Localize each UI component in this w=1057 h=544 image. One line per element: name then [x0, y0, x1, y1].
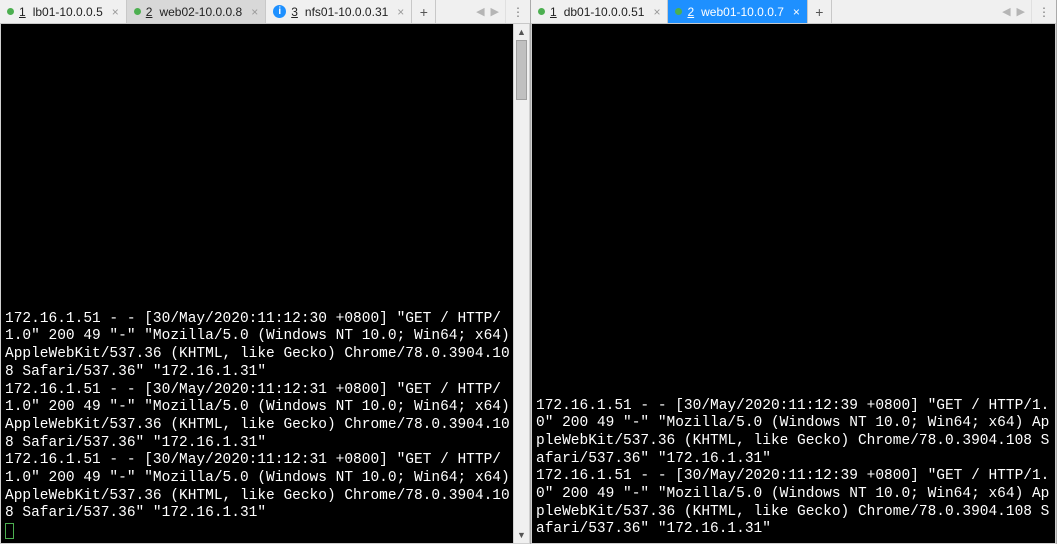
- tab-label: db01-10.0.0.51: [564, 5, 645, 19]
- terminal-left[interactable]: 172.16.1.51 - - [30/May/2020:11:12:30 +0…: [1, 24, 513, 543]
- tab-nfs01[interactable]: i 3 nfs01-10.0.0.31 ×: [266, 0, 412, 23]
- tab-label: web01-10.0.0.7: [701, 5, 784, 19]
- cursor-icon: [5, 523, 14, 539]
- terminal-wrap-left: 172.16.1.51 - - [30/May/2020:11:12:30 +0…: [0, 24, 530, 544]
- close-icon[interactable]: ×: [397, 6, 404, 18]
- terminal-output: 172.16.1.51 - - [30/May/2020:11:12:30 +0…: [5, 63, 511, 523]
- close-icon[interactable]: ×: [112, 6, 119, 18]
- close-icon[interactable]: ×: [653, 6, 660, 18]
- close-icon[interactable]: ×: [793, 6, 800, 18]
- scrollbar-left[interactable]: ▲ ▼: [513, 24, 529, 543]
- nav-right-icon[interactable]: ▶: [1017, 5, 1025, 18]
- close-icon[interactable]: ×: [251, 6, 258, 18]
- tab-web02[interactable]: 2 web02-10.0.0.8 ×: [127, 0, 266, 23]
- tab-number: 3: [291, 5, 298, 19]
- nav-left-icon[interactable]: ◀: [476, 5, 484, 18]
- tab-label: nfs01-10.0.0.31: [305, 5, 388, 19]
- terminal-output: 172.16.1.51 - - [30/May/2020:11:12:39 +0…: [536, 79, 1053, 539]
- terminal-right[interactable]: 172.16.1.51 - - [30/May/2020:11:12:39 +0…: [532, 24, 1055, 543]
- nav-right-icon[interactable]: ▶: [491, 5, 499, 18]
- info-icon: i: [273, 5, 286, 18]
- scroll-thumb[interactable]: [516, 40, 527, 100]
- tab-label: lb01-10.0.0.5: [33, 5, 103, 19]
- scroll-up-icon[interactable]: ▲: [514, 24, 529, 40]
- scroll-down-icon[interactable]: ▼: [514, 527, 529, 543]
- terminal-wrap-right: 172.16.1.51 - - [30/May/2020:11:12:39 +0…: [531, 24, 1056, 544]
- tab-label: web02-10.0.0.8: [159, 5, 242, 19]
- tab-menu-button[interactable]: ⋮: [1031, 0, 1056, 23]
- scroll-track[interactable]: [514, 40, 529, 527]
- pane-right: 1 db01-10.0.0.51 × 2 web01-10.0.0.7 × + …: [531, 0, 1057, 544]
- tab-nav: ◀ ▶: [996, 0, 1031, 23]
- tab-number: 1: [550, 5, 557, 19]
- status-dot-icon: [7, 8, 14, 15]
- nav-left-icon[interactable]: ◀: [1002, 5, 1010, 18]
- tab-web01[interactable]: 2 web01-10.0.0.7 ×: [668, 0, 807, 23]
- status-dot-icon: [134, 8, 141, 15]
- tab-menu-button[interactable]: ⋮: [505, 0, 530, 23]
- tabbar-spacer: [436, 0, 470, 23]
- tabbar-spacer: [832, 0, 996, 23]
- status-dot-icon: [538, 8, 545, 15]
- tab-db01[interactable]: 1 db01-10.0.0.51 ×: [531, 0, 668, 23]
- app-root: 1 lb01-10.0.0.5 × 2 web02-10.0.0.8 × i 3…: [0, 0, 1057, 544]
- pane-left: 1 lb01-10.0.0.5 × 2 web02-10.0.0.8 × i 3…: [0, 0, 531, 544]
- tab-number: 2: [687, 5, 694, 19]
- tab-nav: ◀ ▶: [470, 0, 505, 23]
- new-tab-button[interactable]: +: [808, 0, 832, 23]
- tab-lb01[interactable]: 1 lb01-10.0.0.5 ×: [0, 0, 127, 23]
- new-tab-button[interactable]: +: [412, 0, 436, 23]
- status-dot-icon: [675, 8, 682, 15]
- tabbar-right: 1 db01-10.0.0.51 × 2 web01-10.0.0.7 × + …: [531, 0, 1056, 24]
- tab-number: 2: [146, 5, 153, 19]
- tab-number: 1: [19, 5, 26, 19]
- tabbar-left: 1 lb01-10.0.0.5 × 2 web02-10.0.0.8 × i 3…: [0, 0, 530, 24]
